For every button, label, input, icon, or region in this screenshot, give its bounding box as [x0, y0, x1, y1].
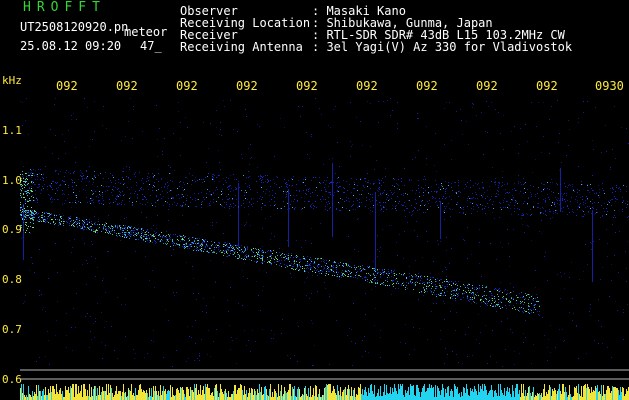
freq-unit-label: kHz [2, 74, 22, 87]
brand-title: HROFFT [23, 0, 106, 15]
time-tick-label: 092 [356, 79, 378, 93]
freq-tick-label: 0.6 [2, 373, 22, 386]
freq-tick-label: 1.1 [2, 124, 22, 137]
time-tick-label: 092 [176, 79, 198, 93]
time-tick-label: 092 [236, 79, 258, 93]
time-tick-label: 0930 [595, 79, 624, 93]
signal-band-upper [20, 169, 629, 218]
freq-tick-label: 0.8 [2, 273, 22, 286]
antenna-label: Receiving Antenna [180, 40, 303, 54]
freq-tick-label: 0.7 [2, 323, 22, 336]
meteor-vertical-streaks [23, 163, 593, 282]
spectrogram-svg [20, 98, 629, 400]
meteor-trace [20, 173, 540, 316]
time-tick-label: 092 [476, 79, 498, 93]
time-tick-label: 092 [536, 79, 558, 93]
time-tick-label: 092 [296, 79, 318, 93]
noise-level-bars [20, 384, 629, 400]
background-noise [20, 98, 629, 367]
time-tick-label: 092 [116, 79, 138, 93]
freq-tick-label: 1.0 [2, 174, 22, 187]
freq-tick-label: 0.9 [2, 223, 22, 236]
datetime: 25.08.12 09:20 [20, 39, 122, 53]
spectrogram-plot [20, 98, 629, 400]
count: 47_ [140, 39, 162, 53]
antenna-value: : 3el Yagi(V) Az 330 for Vladivostok [312, 40, 573, 54]
type-label: meteor [124, 25, 168, 39]
file-name: UT2508120920.pn [20, 20, 129, 34]
time-tick-label: 092 [416, 79, 438, 93]
time-tick-label: 092 [56, 79, 78, 93]
